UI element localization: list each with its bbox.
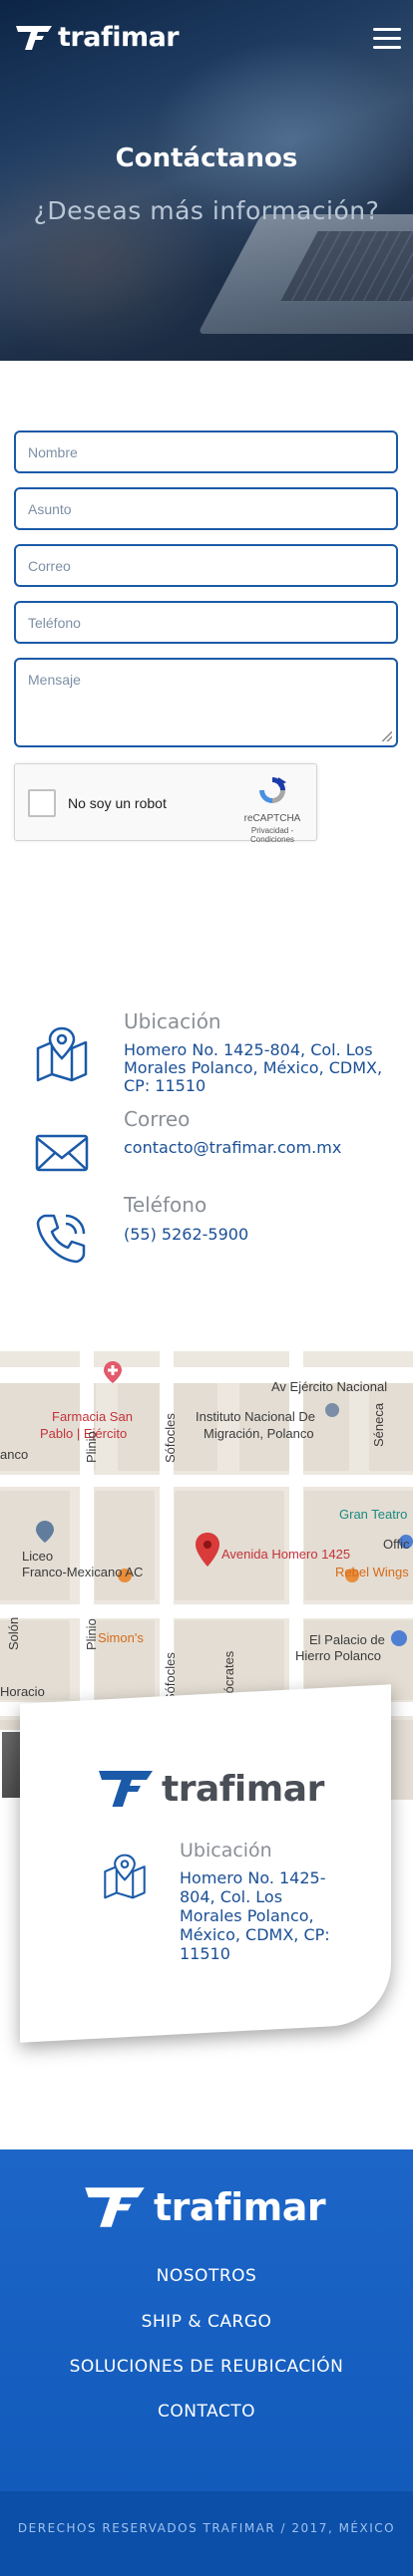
message-field[interactable]: Mensaje xyxy=(14,658,398,747)
logo-text: trafimar xyxy=(58,22,180,53)
map-label-liceo-2: Franco-Mexicano AC xyxy=(22,1565,144,1579)
recaptcha-icon xyxy=(259,777,286,803)
recaptcha-checkbox[interactable] xyxy=(28,789,56,817)
location-card: trafimar Ubicación Homero No. 1425-804, … xyxy=(20,1694,391,2033)
page-title: Contáctanos xyxy=(115,143,298,173)
map-label-ejercito: Av Ejército Nacional xyxy=(271,1379,388,1394)
map-label-instituto: Instituto Nacional De xyxy=(196,1409,315,1424)
phone-title: Teléfono xyxy=(124,1193,207,1217)
map-label-gran-teatro: Gran Teatro xyxy=(339,1507,408,1522)
map-label-palacio-2: Hierro Polanco xyxy=(295,1648,381,1663)
recaptcha-links[interactable]: Privacidad - Condiciones xyxy=(240,826,304,844)
footer-link-soluciones[interactable]: SOLUCIONES DE REUBICACIÓN xyxy=(0,2357,413,2377)
location-title: Ubicación xyxy=(124,1009,221,1033)
location-address: Homero No. 1425-804, Col. Los Morales Po… xyxy=(124,1040,383,1095)
phone-icon xyxy=(36,1214,86,1264)
map-label-sofocles: Sófocles xyxy=(163,1413,178,1463)
recaptcha-logo: reCAPTCHA Privacidad - Condiciones xyxy=(240,774,304,844)
map-label-simons: Simon's xyxy=(98,1630,144,1645)
hero-banner: trafimar Contáctanos ¿Deseas más informa… xyxy=(0,0,413,361)
trafimar-logo-icon xyxy=(85,2187,145,2227)
email-field[interactable]: Correo xyxy=(14,544,398,587)
footer-link-nosotros[interactable]: NOSOTROS xyxy=(0,2266,413,2286)
phone-number[interactable]: (55) 5262-5900 xyxy=(124,1226,403,1244)
map-location-icon xyxy=(104,1854,146,1899)
email-title: Correo xyxy=(124,1107,191,1131)
recaptcha-brand: reCAPTCHA xyxy=(243,813,301,824)
map-location-icon xyxy=(36,1026,88,1082)
map-label-avenida-homero: Avenida Homero 1425 xyxy=(221,1547,351,1562)
footer-link-contacto[interactable]: CONTACTO xyxy=(0,2402,413,2422)
map-label-seneca: Séneca xyxy=(371,1402,386,1447)
copyright-text: DERECHOS RESERVADOS TRAFIMAR / 2017, MÉX… xyxy=(17,2521,396,2535)
hero-overlay xyxy=(0,0,413,361)
card-logo: trafimar xyxy=(96,1766,324,1812)
card-location-address: Homero No. 1425-804, Col. Los Morales Po… xyxy=(180,1868,330,1963)
page-subtitle: ¿Deseas más información? xyxy=(33,196,380,225)
footer-link-ship-cargo[interactable]: SHIP & CARGO xyxy=(0,2312,413,2332)
map-pin-icon[interactable] xyxy=(196,1533,219,1567)
government-marker-icon[interactable] xyxy=(325,1403,339,1417)
map-label-liceo: Liceo xyxy=(22,1549,54,1564)
map-label-solon: Solón xyxy=(6,1616,21,1650)
map-label-plinio: Plinio xyxy=(84,1431,99,1463)
map-label-plinio-2: Plinio xyxy=(84,1618,99,1650)
footer-logo-text: trafimar xyxy=(154,2185,326,2229)
map-label-offic: Offic xyxy=(383,1537,410,1552)
school-marker-icon[interactable] xyxy=(36,1521,54,1543)
footer-logo[interactable]: trafimar xyxy=(82,2182,326,2232)
map-label-farmacia: Farmacia San xyxy=(52,1409,133,1424)
pharmacy-marker-icon[interactable] xyxy=(104,1361,122,1383)
recaptcha-widget: No soy un robot reCAPTCHA Privacidad - C… xyxy=(14,763,317,844)
phone-field[interactable]: Teléfono xyxy=(14,601,398,644)
card-logo-text: trafimar xyxy=(162,1768,324,1810)
email-link[interactable]: contacto@trafimar.com.mx xyxy=(124,1139,403,1157)
trafimar-logo-icon xyxy=(99,1771,153,1807)
resize-handle-icon[interactable] xyxy=(382,731,392,741)
recaptcha-label: No soy un robot xyxy=(68,795,167,811)
subject-field[interactable]: Asunto xyxy=(14,487,398,530)
card-location-title: Ubicación xyxy=(180,1840,272,1861)
name-field[interactable]: Nombre xyxy=(14,430,398,473)
map-label-ranco: anco xyxy=(0,1447,29,1462)
envelope-icon xyxy=(35,1134,89,1172)
map-label-rebel-wings: Rebel Wings xyxy=(335,1565,409,1579)
message-placeholder: Mensaje xyxy=(28,672,81,688)
header-logo[interactable]: trafimar xyxy=(14,22,180,53)
shopping-marker-icon[interactable] xyxy=(391,1630,407,1646)
map-label-instituto-2: Migración, Polanco xyxy=(204,1426,314,1441)
trafimar-logo-icon xyxy=(16,25,52,50)
hamburger-menu-icon[interactable] xyxy=(373,28,401,50)
map-label-palacio: El Palacio de xyxy=(309,1632,385,1647)
